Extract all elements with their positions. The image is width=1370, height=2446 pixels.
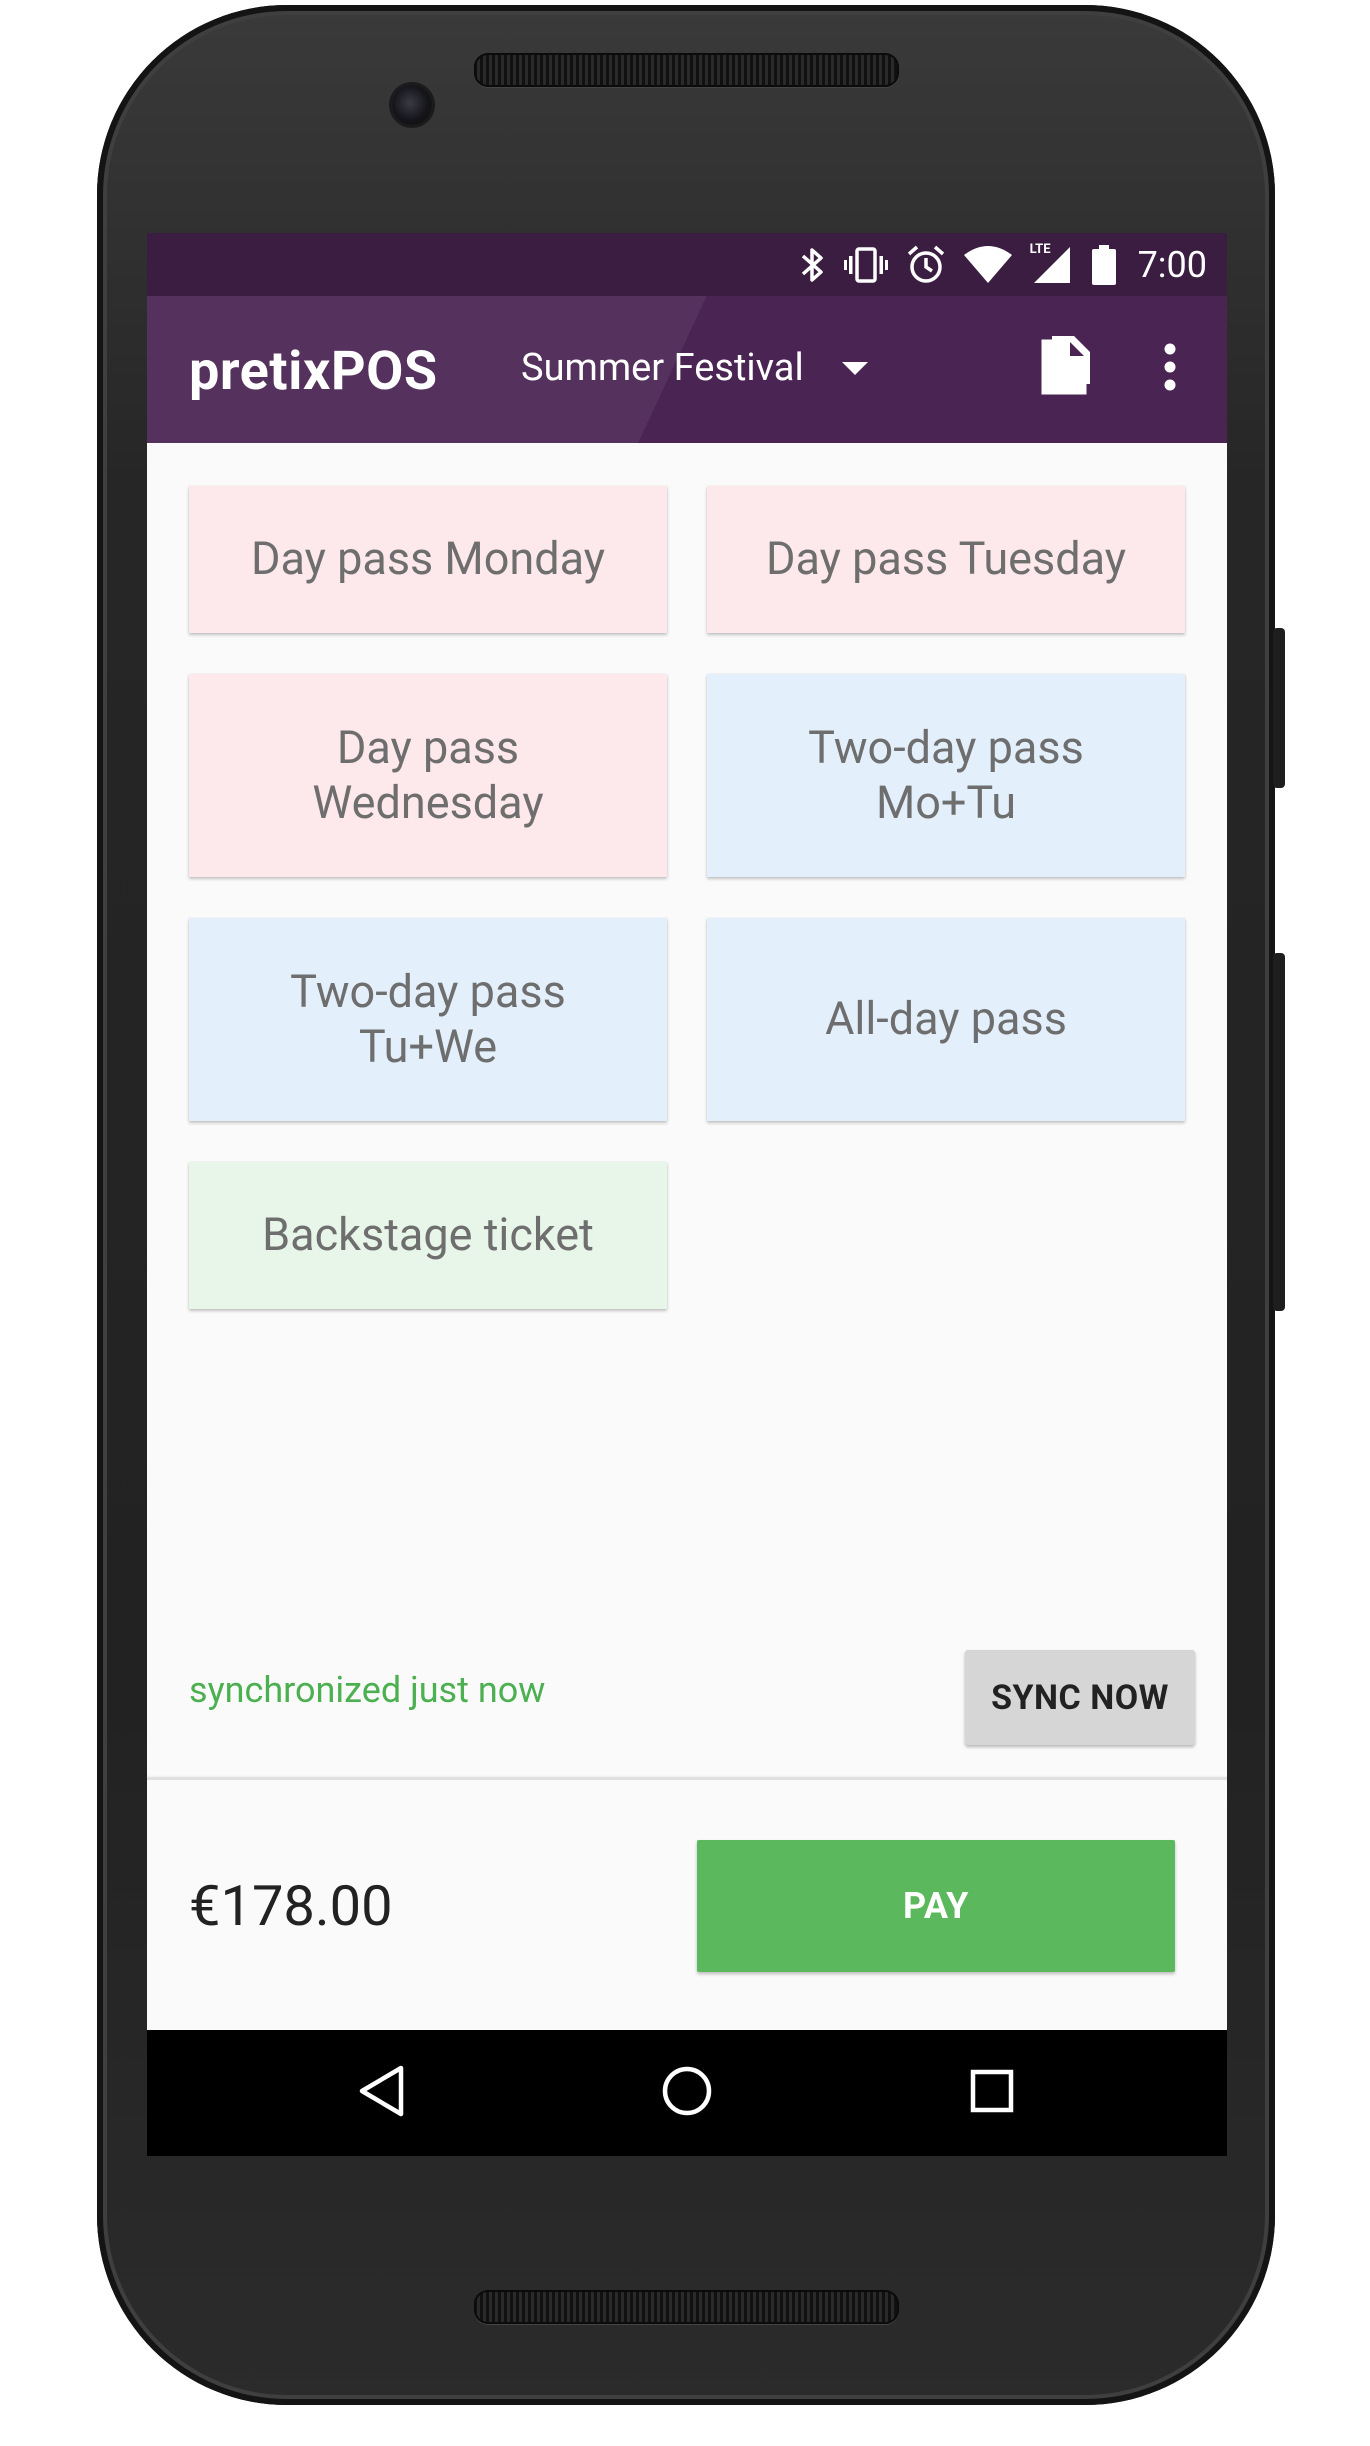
checkout-bar: €178.00 PAY xyxy=(147,1777,1227,2033)
event-selector-label: Summer Festival xyxy=(521,346,804,390)
app-screen: LTE 7:00 pretixPOS Summer Festival Day p… xyxy=(147,233,1227,2156)
status-bar: LTE 7:00 xyxy=(147,233,1227,296)
nav-back-button[interactable] xyxy=(342,2053,422,2133)
product-label: All-day pass xyxy=(825,992,1067,1046)
product-tile-day-pass-tuesday[interactable]: Day pass Tuesday xyxy=(707,486,1185,633)
product-label: Two-day pass Mo+Tu xyxy=(808,720,1084,829)
home-icon xyxy=(661,2065,713,2121)
top-speaker-grille xyxy=(474,53,899,87)
product-label: Two-day pass Tu+We xyxy=(290,964,566,1073)
sync-status-text: synchronized just now xyxy=(189,1669,546,1711)
document-button[interactable] xyxy=(1027,334,1097,404)
overflow-menu-icon xyxy=(1163,343,1177,395)
event-selector[interactable]: Summer Festival xyxy=(521,346,868,390)
volume-button xyxy=(1273,953,1285,1311)
power-button xyxy=(1273,628,1285,788)
chevron-down-icon xyxy=(841,361,868,375)
product-tile-two-day-pass-mo-tu[interactable]: Two-day pass Mo+Tu xyxy=(707,674,1185,877)
battery-icon xyxy=(1091,244,1116,285)
vibrate-icon xyxy=(843,245,888,285)
cart-total: €178.00 xyxy=(189,1873,393,1939)
sync-now-button[interactable]: SYNC NOW xyxy=(965,1650,1195,1745)
document-icon xyxy=(1032,336,1092,402)
bluetooth-icon xyxy=(800,245,826,285)
product-tile-backstage-ticket[interactable]: Backstage ticket xyxy=(189,1162,667,1309)
front-camera xyxy=(392,85,432,125)
lte-label: LTE xyxy=(1029,241,1051,257)
product-label: Day pass Tuesday xyxy=(765,532,1127,586)
recents-icon xyxy=(970,2069,1014,2117)
product-tile-day-pass-monday[interactable]: Day pass Monday xyxy=(189,486,667,633)
alarm-icon xyxy=(906,245,946,285)
back-icon xyxy=(359,2065,405,2121)
product-tile-two-day-pass-tu-we[interactable]: Two-day pass Tu+We xyxy=(189,918,667,1121)
status-icons: LTE 7:00 xyxy=(800,233,1207,296)
product-tile-day-pass-wednesday[interactable]: Day pass Wednesday xyxy=(189,674,667,877)
pay-button[interactable]: PAY xyxy=(697,1840,1175,1972)
product-label: Day pass Wednesday xyxy=(312,720,544,829)
wifi-icon xyxy=(963,245,1012,285)
status-time: 7:00 xyxy=(1137,243,1207,286)
product-tile-all-day-pass[interactable]: All-day pass xyxy=(707,918,1185,1121)
bottom-speaker-grille xyxy=(474,2290,899,2324)
app-toolbar: pretixPOS Summer Festival xyxy=(147,296,1227,443)
app-title: pretixPOS xyxy=(189,340,438,403)
lte-signal-icon: LTE xyxy=(1029,241,1074,285)
product-label: Backstage ticket xyxy=(262,1208,594,1262)
overflow-menu-button[interactable] xyxy=(1135,334,1205,404)
system-nav-bar xyxy=(147,2030,1227,2156)
product-label: Day pass Monday xyxy=(250,532,606,586)
nav-recents-button[interactable] xyxy=(952,2053,1032,2133)
nav-home-button[interactable] xyxy=(647,2053,727,2133)
